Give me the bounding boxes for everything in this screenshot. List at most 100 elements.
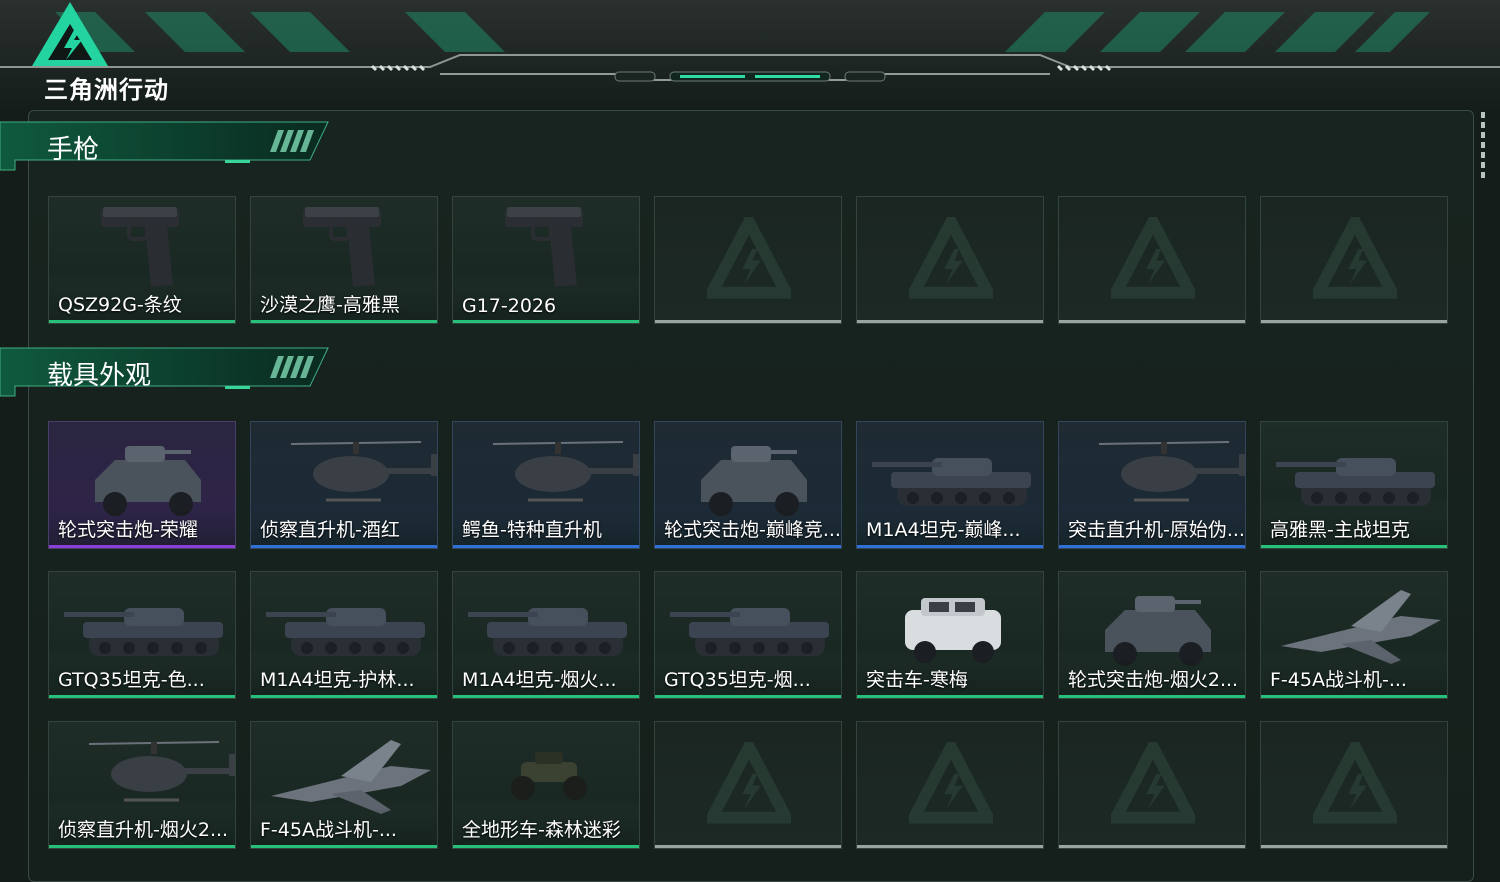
item-name: QSZ92G-条纹 bbox=[58, 294, 182, 316]
item-name: GTQ35坦克-色... bbox=[58, 669, 205, 691]
item-card[interactable]: 高雅黑-主战坦克 bbox=[1260, 421, 1448, 549]
tank-icon bbox=[1276, 458, 1435, 506]
tank-icon bbox=[670, 608, 829, 656]
delta-watermark-icon bbox=[909, 217, 993, 299]
rarity-bar bbox=[1059, 320, 1245, 323]
item-card[interactable]: G17-2026 bbox=[452, 196, 640, 324]
item-card[interactable]: 鳄鱼-特种直升机 bbox=[452, 421, 640, 549]
rarity-bar bbox=[857, 320, 1043, 323]
rarity-bar bbox=[655, 545, 841, 548]
empty-item-slot[interactable] bbox=[1260, 196, 1448, 324]
pistol-icon bbox=[101, 207, 179, 287]
rarity-bar bbox=[857, 845, 1043, 848]
item-card[interactable]: 侦察直升机-酒红 bbox=[250, 421, 438, 549]
rarity-bar bbox=[453, 845, 639, 848]
rarity-bar bbox=[453, 545, 639, 548]
item-card[interactable]: QSZ92G-条纹 bbox=[48, 196, 236, 324]
item-card[interactable]: M1A4坦克-护林... bbox=[250, 571, 438, 699]
tank-icon bbox=[266, 608, 425, 656]
armored-car-icon bbox=[1105, 596, 1211, 666]
item-card[interactable]: 全地形车-森林迷彩 bbox=[452, 721, 640, 849]
helicopter-icon bbox=[492, 441, 639, 502]
item-name: F-45A战斗机-... bbox=[1270, 669, 1407, 691]
item-name: M1A4坦克-烟火... bbox=[462, 669, 617, 691]
atv-icon bbox=[511, 752, 587, 800]
item-card[interactable]: 沙漠之鹰-高雅黑 bbox=[250, 196, 438, 324]
empty-item-slot[interactable] bbox=[1058, 196, 1246, 324]
rarity-bar bbox=[1059, 545, 1245, 548]
top-header: 三角洲行动 bbox=[0, 0, 1500, 110]
delta-watermark-icon bbox=[707, 742, 791, 824]
item-card[interactable]: 侦察直升机-烟火2... bbox=[48, 721, 236, 849]
rarity-bar bbox=[1261, 545, 1447, 548]
rarity-bar bbox=[655, 845, 841, 848]
rarity-bar bbox=[857, 695, 1043, 698]
rarity-bar bbox=[251, 845, 437, 848]
helicopter-icon bbox=[1098, 441, 1245, 502]
brand-logo-text: 三角洲行动 bbox=[44, 76, 169, 104]
item-card[interactable]: 突击车-寒梅 bbox=[856, 571, 1044, 699]
empty-item-slot[interactable] bbox=[654, 196, 842, 324]
item-name: GTQ35坦克-烟... bbox=[664, 669, 811, 691]
empty-item-slot[interactable] bbox=[856, 721, 1044, 849]
assault-vehicle-icon bbox=[905, 598, 1001, 663]
tank-icon bbox=[64, 608, 223, 656]
item-name: 高雅黑-主战坦克 bbox=[1270, 519, 1410, 541]
rarity-bar bbox=[49, 695, 235, 698]
item-name: M1A4坦克-护林... bbox=[260, 669, 415, 691]
item-card[interactable]: M1A4坦克-烟火... bbox=[452, 571, 640, 699]
tank-icon bbox=[468, 608, 627, 656]
rarity-bar bbox=[251, 695, 437, 698]
item-name: 沙漠之鹰-高雅黑 bbox=[260, 294, 400, 316]
item-name: 轮式突击炮-巅峰竞... bbox=[664, 519, 841, 541]
item-card[interactable]: M1A4坦克-巅峰... bbox=[856, 421, 1044, 549]
fighter-jet-icon bbox=[1281, 590, 1441, 664]
item-card[interactable]: 轮式突击炮-烟火2... bbox=[1058, 571, 1246, 699]
item-card[interactable]: GTQ35坦克-烟... bbox=[654, 571, 842, 699]
delta-watermark-icon bbox=[1313, 217, 1397, 299]
item-name: 轮式突击炮-荣耀 bbox=[58, 519, 198, 541]
section-title-pistols: 手枪 bbox=[47, 135, 100, 165]
rarity-bar bbox=[453, 695, 639, 698]
item-card[interactable]: 轮式突击炮-巅峰竞... bbox=[654, 421, 842, 549]
delta-watermark-icon bbox=[909, 742, 993, 824]
rarity-bar bbox=[49, 845, 235, 848]
delta-watermark-icon bbox=[1111, 217, 1195, 299]
rarity-bar bbox=[49, 545, 235, 548]
item-name: M1A4坦克-巅峰... bbox=[866, 519, 1021, 541]
rarity-bar bbox=[1261, 845, 1447, 848]
item-name: 侦察直升机-酒红 bbox=[260, 519, 400, 541]
item-card[interactable]: F-45A战斗机-... bbox=[250, 721, 438, 849]
item-name: 侦察直升机-烟火2... bbox=[58, 819, 229, 841]
delta-watermark-icon bbox=[1111, 742, 1195, 824]
empty-item-slot[interactable] bbox=[1058, 721, 1246, 849]
armored-car-icon bbox=[95, 446, 201, 516]
pistol-icon bbox=[303, 207, 381, 287]
scrollbar[interactable] bbox=[1481, 112, 1485, 180]
helicopter-icon bbox=[88, 741, 235, 802]
pistol-icon bbox=[505, 207, 583, 287]
tank-icon bbox=[872, 458, 1031, 506]
empty-item-slot[interactable] bbox=[856, 196, 1044, 324]
item-card[interactable]: GTQ35坦克-色... bbox=[48, 571, 236, 699]
item-card[interactable]: 轮式突击炮-荣耀 bbox=[48, 421, 236, 549]
rarity-bar bbox=[857, 545, 1043, 548]
fighter-jet-icon bbox=[271, 740, 431, 814]
armored-car-icon bbox=[701, 446, 807, 516]
section-header-vehicle-skins: 载具外观 bbox=[0, 346, 330, 402]
item-name: 轮式突击炮-烟火2... bbox=[1068, 669, 1239, 691]
item-card[interactable]: 突击直升机-原始伪... bbox=[1058, 421, 1246, 549]
rarity-bar bbox=[1261, 320, 1447, 323]
item-card[interactable]: F-45A战斗机-... bbox=[1260, 571, 1448, 699]
empty-item-slot[interactable] bbox=[1260, 721, 1448, 849]
empty-item-slot[interactable] bbox=[654, 721, 842, 849]
rarity-bar bbox=[453, 320, 639, 323]
section-title-vehicle-skins: 载具外观 bbox=[47, 361, 152, 391]
rarity-bar bbox=[251, 545, 437, 548]
item-name: 突击车-寒梅 bbox=[866, 669, 968, 691]
item-name: F-45A战斗机-... bbox=[260, 819, 397, 841]
rarity-bar bbox=[1059, 695, 1245, 698]
item-name: G17-2026 bbox=[462, 295, 557, 317]
item-name: 突击直升机-原始伪... bbox=[1068, 519, 1245, 541]
rarity-bar bbox=[49, 320, 235, 323]
